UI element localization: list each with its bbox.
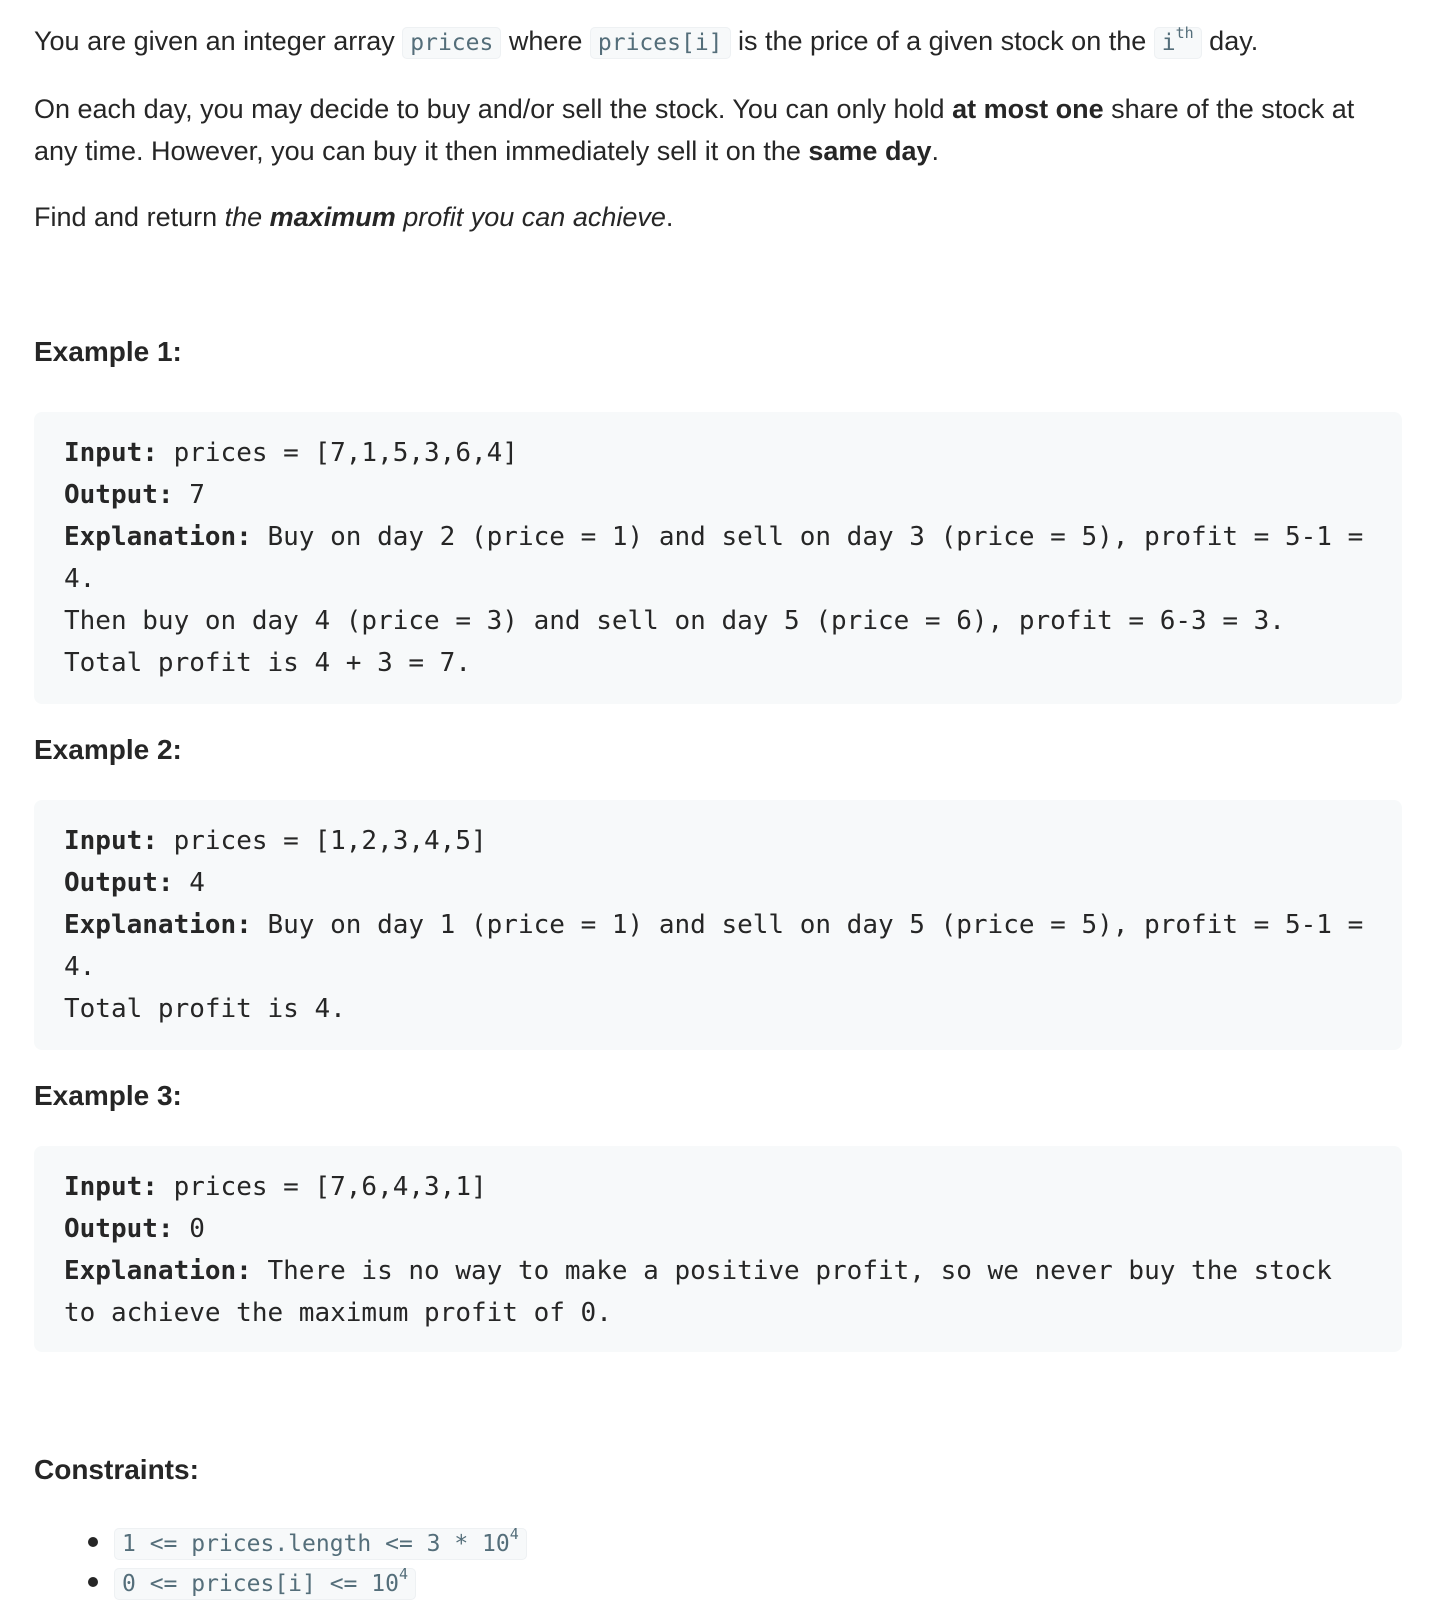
example-1-title: Example 1: [34, 336, 182, 367]
constraint-item: 0 <= prices[i] <= 104 [34, 1562, 527, 1602]
example-2-output: Output: 4 [64, 868, 205, 898]
constraints-title: Constraints: [34, 1454, 199, 1485]
example-1-explanation: Explanation: Buy on day 2 (price = 1) an… [64, 522, 1364, 552]
constraint-item: 1 <= prices.length <= 3 * 104 [34, 1522, 527, 1562]
description-paragraph-1: You are given an integer array prices wh… [34, 20, 1402, 64]
example-1-explanation-line: Total profit is 4 + 3 = 7. [64, 648, 471, 678]
bullet-icon [88, 1537, 98, 1547]
example-2-input: Input: prices = [1,2,3,4,5] [64, 826, 487, 856]
example-2-explanation-line: Total profit is 4. [64, 994, 346, 1024]
example-3-explanation: Explanation: There is no way to make a p… [64, 1256, 1332, 1286]
description-paragraph-3: Find and return the maximum profit you c… [34, 202, 674, 232]
example-1-explanation-line: 4. [64, 564, 96, 594]
example-1-input: Input: prices = [7,1,5,3,6,4] [64, 438, 518, 468]
example-1-output: Output: 7 [64, 480, 205, 510]
example-1-explanation-line: Then buy on day 4 (price = 3) and sell o… [64, 606, 1285, 636]
example-3-explanation-line: to achieve the maximum profit of 0. [64, 1298, 612, 1328]
example-1-code-block: Input: prices = [7,1,5,3,6,4] Output: 7 … [34, 412, 1402, 704]
inline-code-prices: prices [402, 27, 502, 59]
example-2-code-block: Input: prices = [1,2,3,4,5] Output: 4 Ex… [34, 800, 1402, 1050]
example-2-explanation-line: 4. [64, 952, 96, 982]
example-3-input: Input: prices = [7,6,4,3,1] [64, 1172, 487, 1202]
inline-code-prices-i: prices[i] [589, 27, 731, 59]
example-3-output: Output: 0 [64, 1214, 205, 1244]
inline-code-ith: ith [1153, 26, 1202, 59]
bullet-icon [88, 1577, 98, 1587]
example-2-title: Example 2: [34, 734, 182, 765]
description-paragraph-2: On each day, you may decide to buy and/o… [34, 94, 1355, 166]
constraints-list: 1 <= prices.length <= 3 * 104 0 <= price… [34, 1522, 527, 1602]
example-3-title: Example 3: [34, 1080, 182, 1111]
example-2-explanation: Explanation: Buy on day 1 (price = 1) an… [64, 910, 1364, 940]
example-3-code-block: Input: prices = [7,6,4,3,1] Output: 0 Ex… [34, 1146, 1402, 1352]
